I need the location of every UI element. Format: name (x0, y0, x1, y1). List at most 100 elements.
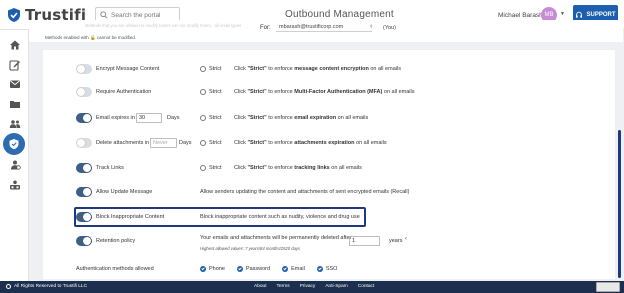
auth-strict-radio[interactable]: Strict (200, 89, 222, 95)
encrypt-description: Click "Strict" to enforce message conten… (234, 66, 401, 72)
row-auth: Require Authentication Strict Click "Str… (43, 80, 615, 104)
page-title: Outbound Management (285, 9, 394, 20)
lock-note: Methods enabled with 🔒 cannot be modifie… (45, 35, 137, 40)
security-badge-icon (596, 282, 620, 292)
copyright: All Rights Reserved to Trustifi LLC (6, 284, 87, 289)
expires-strict-radio[interactable]: Strict (200, 115, 222, 121)
footer-link-contact[interactable]: Contact (358, 284, 375, 289)
footer-links: About Terms Privacy Anti-Spam Contact (254, 284, 384, 289)
strict-label: Strict (209, 89, 222, 95)
retention-hint: Highest allowed values: 7 years/84 month… (200, 246, 301, 251)
trustifi-shield-icon (8, 8, 20, 22)
expires-toggle[interactable] (76, 113, 92, 123)
strict-label: Strict (209, 115, 222, 121)
for-you-label: (You) (383, 25, 396, 31)
block-inappropriate-label: Block Inappropriate Content (96, 214, 165, 220)
faded-note: Methods that you are allowed to modify (… (85, 23, 242, 28)
auth-label: Require Authentication (96, 89, 152, 95)
row-allow-update: Allow Update Message Allow senders updat… (43, 180, 615, 204)
retention-label: Retention policy (96, 238, 136, 244)
track-links-strict-radio[interactable]: Strict (200, 165, 222, 171)
radio-circle[interactable] (200, 115, 206, 121)
radio-circle[interactable] (200, 89, 206, 95)
strict-label: Strict (209, 165, 222, 171)
allow-update-description: Allow senders updating the content and a… (200, 189, 410, 195)
auth-option-phone[interactable]: Phone (200, 266, 225, 272)
auth-methods-label: Authentication methods allowed (76, 266, 154, 272)
strict-label: Strict (209, 140, 222, 146)
delete-attachments-strict-radio[interactable]: Strict (200, 140, 222, 146)
auth-option-sso[interactable]: SSO (316, 266, 337, 272)
sidebar (0, 30, 29, 281)
copyright-icon (6, 284, 11, 289)
chevron-left-icon[interactable]: ‹ (370, 23, 372, 30)
allow-update-toggle[interactable] (76, 187, 92, 197)
sub-header: Methods that you are allowed to modify (… (29, 20, 623, 42)
encrypt-strict-radio[interactable]: Strict (200, 66, 222, 72)
block-inappropriate-description: Block inappropriate content such as nudi… (200, 214, 360, 220)
footer-link-anti-spam[interactable]: Anti-Spam (325, 284, 347, 289)
check-icon (282, 266, 289, 272)
check-icon (200, 266, 206, 272)
allow-update-label: Allow Update Message (96, 189, 153, 195)
delete-attachments-label: Delete attachments in (96, 140, 150, 146)
delete-attachments-description: Click "Strict" to enforce attachments ex… (234, 140, 387, 146)
mail-icon[interactable] (8, 77, 21, 90)
auth-methods-group: Phone Password Email SSO (200, 266, 349, 272)
encrypt-toggle[interactable] (76, 64, 92, 74)
footer-link-terms[interactable]: Terms (277, 284, 290, 289)
expires-label: Email expires in (96, 115, 135, 121)
check-icon (236, 266, 243, 272)
auth-option-email[interactable]: Email (282, 266, 305, 272)
radio-circle[interactable] (200, 165, 206, 171)
row-block-inappropriate: Block Inappropriate Content Block inappr… (43, 205, 615, 229)
home-icon[interactable] (8, 38, 21, 51)
strict-label: Strict (209, 66, 222, 72)
folder-icon[interactable] (8, 97, 21, 110)
retention-value-input[interactable]: 1 (349, 236, 380, 246)
footer-link-about[interactable]: About (254, 284, 267, 289)
row-encrypt: Encrypt Message Content Strict Click "St… (43, 57, 615, 81)
delete-attachments-input[interactable]: Never (150, 138, 177, 148)
auth-toggle[interactable] (76, 87, 92, 97)
for-label: For: (260, 25, 271, 31)
retention-unit-select[interactable]: years (389, 238, 402, 244)
reports-icon[interactable] (8, 178, 21, 191)
search-input[interactable] (111, 11, 177, 19)
retention-toggle[interactable] (76, 236, 92, 246)
retention-description: Your emails and attachments will be perm… (200, 235, 352, 241)
users-icon[interactable] (8, 158, 21, 171)
compose-icon[interactable] (8, 58, 21, 71)
expires-unit: Days (167, 115, 180, 121)
row-retention: Retention policy (43, 229, 615, 253)
block-inappropriate-toggle[interactable] (76, 212, 92, 222)
row-expires: Email expires in 30 Days Strict Click "S… (43, 106, 615, 130)
chevron-down-icon[interactable]: ▼ (560, 11, 565, 17)
expires-days-input[interactable]: 30 (136, 113, 162, 123)
scrollbar-thumb[interactable] (618, 130, 621, 278)
expires-description: Click "Strict" to enforce email expirati… (234, 115, 369, 121)
track-links-toggle[interactable] (76, 163, 92, 173)
delete-attachments-toggle[interactable] (76, 138, 92, 148)
settings-panel: Encrypt Message Content Strict Click "St… (43, 50, 615, 279)
auth-option-password[interactable]: Password (236, 266, 270, 272)
check-icon (316, 266, 323, 272)
encrypt-label: Encrypt Message Content (96, 66, 160, 72)
radio-circle[interactable] (200, 66, 206, 72)
track-links-description: Click "Strict" to enforce tracking links… (234, 165, 362, 171)
row-delete-attachments: Delete attachments in Never Days Strict … (43, 131, 615, 155)
contacts-icon[interactable] (8, 117, 21, 130)
user-name[interactable]: Michael Barash (498, 12, 543, 19)
delete-attachments-unit: Days (179, 140, 192, 146)
shield-icon[interactable] (3, 133, 25, 155)
row-track-links: Track Links Strict Click "Strict" to enf… (43, 156, 615, 180)
footer: All Rights Reserved to Trustifi LLC Abou… (0, 281, 624, 293)
for-user-select[interactable]: mbarash@trustificorp.com (276, 22, 372, 32)
footer-link-privacy[interactable]: Privacy (300, 284, 316, 289)
chevron-left-icon[interactable]: ‹ (405, 236, 407, 242)
headset-icon (576, 11, 583, 18)
auth-description: Click "Strict" to enforce Multi-Factor A… (234, 89, 415, 95)
radio-circle[interactable] (200, 140, 206, 146)
search-icon (100, 11, 108, 19)
support-label: SUPPORT (586, 11, 616, 18)
